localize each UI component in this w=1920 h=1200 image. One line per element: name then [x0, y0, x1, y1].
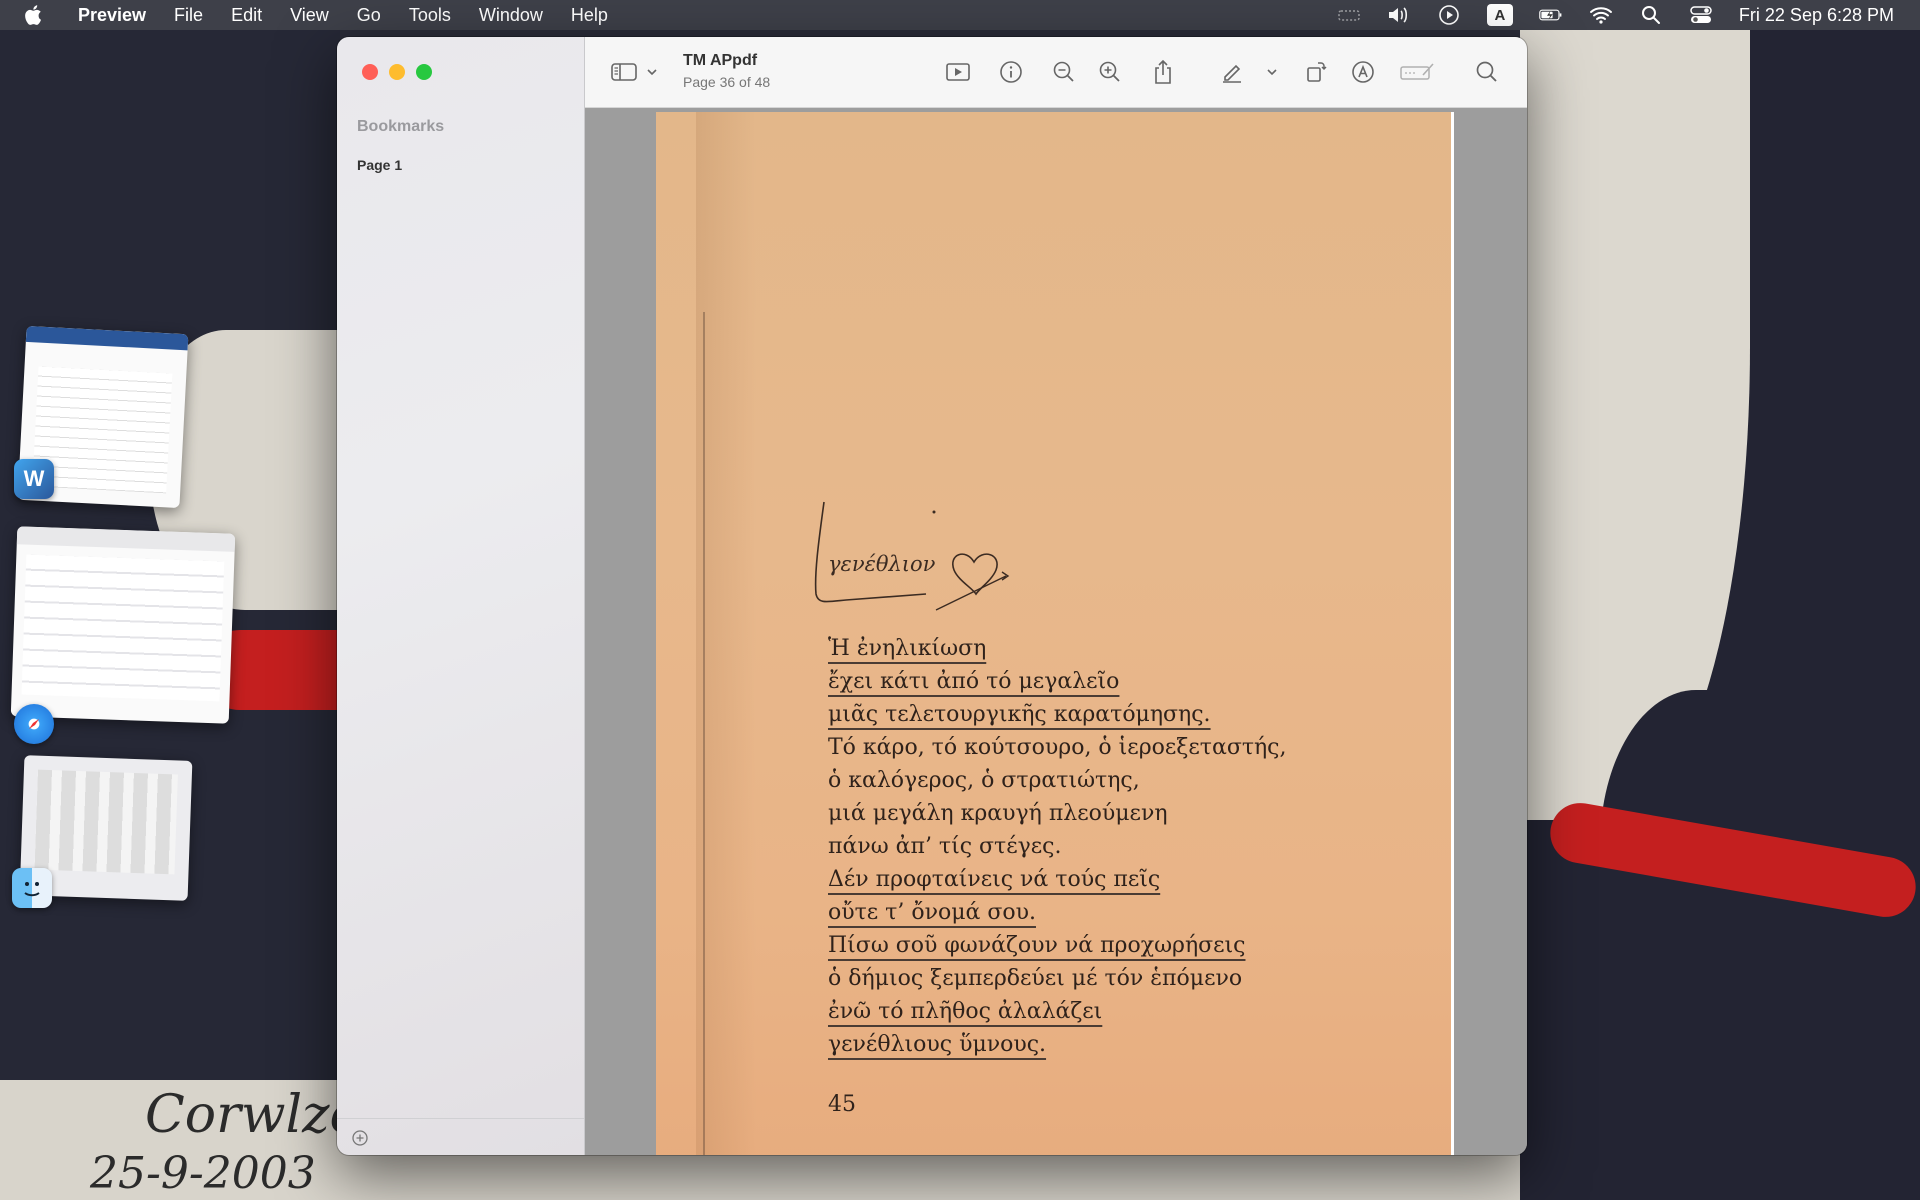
control-center-icon[interactable]	[1689, 4, 1713, 26]
rotate-icon[interactable]	[1303, 59, 1329, 85]
slideshow-icon[interactable]	[945, 59, 971, 85]
page-gutter-shadow	[696, 112, 756, 1155]
menu-go[interactable]: Go	[343, 5, 395, 26]
play-icon[interactable]	[1437, 4, 1461, 26]
window-controls	[362, 64, 432, 80]
pdf-page[interactable]: γενέθλιον Ἡ ἐνηλικίωση ἔχει κάτι ἀπό τό …	[656, 112, 1454, 1155]
poem-line: Τό κάρο, τό κούτσουρο, ὁ ἱεροεξεταστής,	[828, 735, 1287, 760]
poem-line: μιᾶς τελετουργικῆς καρατόμησης.	[828, 702, 1211, 727]
zoom-in-icon[interactable]	[1097, 59, 1123, 85]
poem-line: ἔχει κάτι ἀπό τό μεγαλεῖο	[828, 669, 1120, 694]
poem-line: Πίσω σοῦ φωνάζουν νά προχωρήσεις	[828, 933, 1246, 958]
poem-line: ὁ δήμιος ξεμπερδεύει μέ τόν ἑπόμενο	[828, 966, 1243, 991]
poem-line: Δέν προφταίνεις νά τούς πεῖς	[828, 867, 1161, 892]
preview-window: Bookmarks Page 1 TM APpdf Page 36 of 48	[337, 37, 1527, 1155]
close-button[interactable]	[362, 64, 378, 80]
highlight-icon[interactable]	[1219, 59, 1245, 85]
form-icon[interactable]	[1399, 59, 1435, 85]
sidebar: Bookmarks Page 1	[337, 37, 585, 1155]
wallpaper-date: 25-9-2003	[90, 1148, 316, 1199]
sidebar-footer	[337, 1118, 584, 1119]
menu-file[interactable]: File	[160, 5, 217, 26]
page-edge	[1451, 112, 1454, 1155]
apple-icon[interactable]	[24, 5, 54, 25]
page-indicator: Page 36 of 48	[683, 74, 771, 90]
document-view[interactable]: γενέθλιον Ἡ ἐνηλικίωση ἔχει κάτι ἀπό τό …	[585, 108, 1527, 1155]
sidebar-toggle-icon[interactable]	[611, 59, 637, 85]
menu-help[interactable]: Help	[557, 5, 622, 26]
poem-line: οὔτε τ’ ὄνομά σου.	[828, 900, 1036, 925]
menu-tools[interactable]: Tools	[395, 5, 465, 26]
safari-app-icon[interactable]	[14, 704, 54, 744]
chevron-down-icon[interactable]	[1259, 59, 1285, 85]
menu-app-name[interactable]: Preview	[54, 5, 160, 26]
search-icon[interactable]	[1474, 59, 1500, 85]
finder-app-icon[interactable]	[12, 868, 52, 908]
toolbar: TM APpdf Page 36 of 48	[585, 37, 1527, 108]
share-icon[interactable]	[1150, 59, 1176, 85]
menu-clock[interactable]: Fri 22 Sep 6:28 PM	[1739, 5, 1894, 26]
dim-icon[interactable]	[1337, 4, 1361, 26]
search-icon[interactable]	[1639, 4, 1663, 26]
poem-line: γενέθλιους ὕμνους.	[828, 1032, 1047, 1057]
zoom-button[interactable]	[416, 64, 432, 80]
poem-line: μιά μεγάλη κραυγή πλεούμενη	[828, 801, 1168, 826]
minimize-button[interactable]	[389, 64, 405, 80]
poem-line: πάνω ἀπ’ τίς στέγες.	[828, 834, 1062, 859]
page-fold-line	[703, 312, 705, 1155]
markup-icon[interactable]	[1350, 59, 1376, 85]
battery-icon[interactable]	[1539, 4, 1563, 26]
word-app-icon[interactable]: W	[14, 459, 54, 499]
info-icon[interactable]	[998, 59, 1024, 85]
page-number: 45	[828, 1092, 856, 1117]
poem-title: γενέθλιον	[828, 552, 936, 576]
poem-text: Ἡ ἐνηλικίωση ἔχει κάτι ἀπό τό μεγαλεῖο μ…	[828, 632, 1287, 1061]
poem-line: ὁ καλόγερος, ὁ στρατιώτης,	[828, 768, 1140, 793]
keyboard-input-icon[interactable]: A	[1486, 4, 1513, 26]
stage-thumb-safari[interactable]	[10, 526, 236, 724]
wifi-icon[interactable]	[1589, 4, 1613, 26]
zoom-out-icon[interactable]	[1051, 59, 1077, 85]
sidebar-title: Bookmarks	[357, 118, 445, 135]
add-bookmark-button[interactable]	[351, 1129, 369, 1147]
poem-line: ἐνῶ τό πλῆθος ἀλαλάζει	[828, 999, 1103, 1024]
menu-window[interactable]: Window	[465, 5, 557, 26]
menu-bar: Preview File Edit View Go Tools Window H…	[0, 0, 1920, 30]
menu-edit[interactable]: Edit	[217, 5, 276, 26]
bookmark-item[interactable]: Page 1	[357, 157, 402, 173]
document-title: TM APpdf	[683, 52, 758, 69]
volume-icon[interactable]	[1387, 4, 1411, 26]
chevron-down-icon[interactable]	[639, 59, 665, 85]
menu-view[interactable]: View	[276, 5, 343, 26]
poem-line: Ἡ ἐνηλικίωση	[828, 636, 987, 661]
